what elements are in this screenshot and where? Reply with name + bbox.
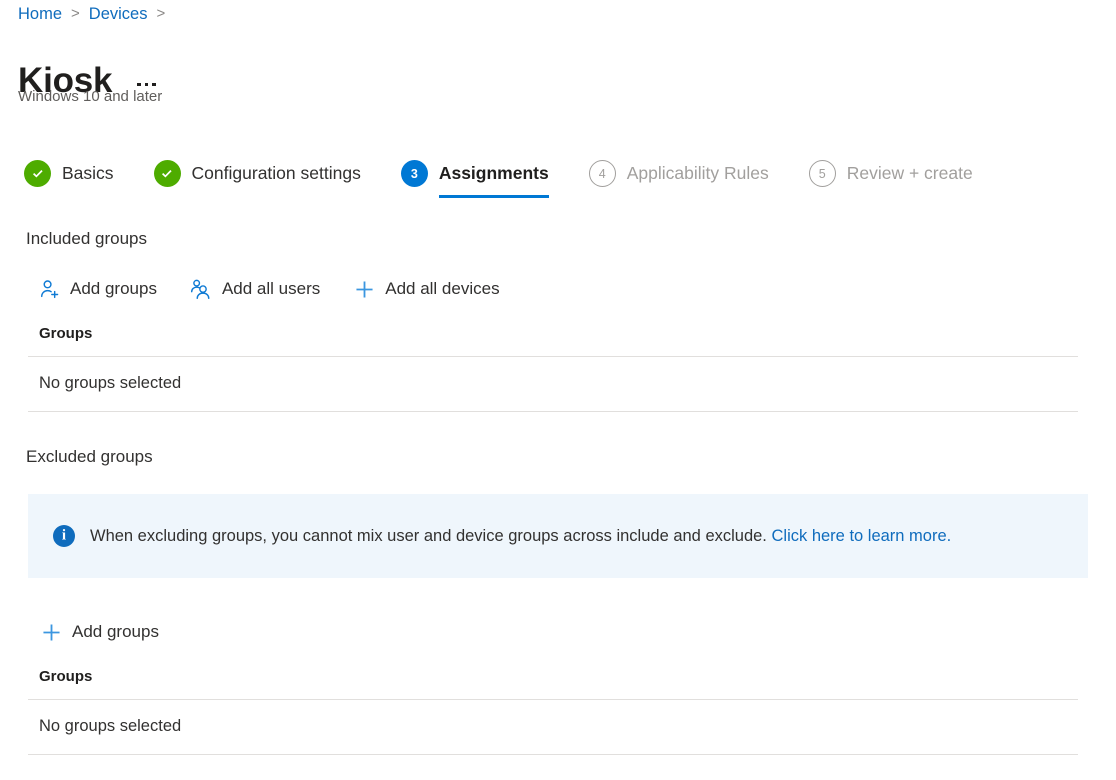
chevron-right-icon: > xyxy=(71,6,80,21)
dot xyxy=(145,83,149,87)
wizard-step-applicability-rules[interactable]: 4 Applicability Rules xyxy=(589,160,769,198)
wizard-step-label: Applicability Rules xyxy=(627,163,769,184)
add-all-users-label: Add all users xyxy=(222,279,320,299)
wizard-step-label: Configuration settings xyxy=(192,163,361,184)
info-icon: i xyxy=(53,525,75,547)
plus-icon xyxy=(38,619,64,645)
excluded-groups-heading: Excluded groups xyxy=(26,447,153,467)
included-groups-heading: Included groups xyxy=(26,229,147,249)
wizard-step-configuration-settings[interactable]: Configuration settings xyxy=(154,160,361,198)
dot xyxy=(152,83,156,87)
learn-more-link[interactable]: Click here to learn more. xyxy=(772,527,952,545)
add-all-devices-button[interactable]: Add all devices xyxy=(349,273,501,305)
chevron-right-icon: > xyxy=(156,6,165,21)
breadcrumb-item-home[interactable]: Home xyxy=(18,5,62,24)
step-number-badge: 3 xyxy=(401,160,428,187)
add-groups-button-excluded[interactable]: Add groups xyxy=(36,616,161,648)
table-divider xyxy=(28,754,1078,755)
step-number-badge: 4 xyxy=(589,160,616,187)
plus-icon xyxy=(351,276,377,302)
excluded-groups-table: Groups No groups selected xyxy=(28,668,1078,755)
wizard-step-review-create[interactable]: 5 Review + create xyxy=(809,160,973,198)
page-subtitle: Windows 10 and later xyxy=(18,88,162,105)
included-groups-command-bar: Add groups Add all users Add all devices xyxy=(34,273,502,305)
add-all-users-button[interactable]: Add all users xyxy=(186,273,322,305)
info-glyph: i xyxy=(62,528,66,543)
breadcrumb-item-devices[interactable]: Devices xyxy=(89,5,148,24)
excluded-groups-command-bar: Add groups xyxy=(36,616,161,648)
wizard-steps: Basics Configuration settings 3 Assignme… xyxy=(24,160,1013,198)
add-groups-label-excluded: Add groups xyxy=(72,622,159,642)
add-all-devices-label: Add all devices xyxy=(385,279,499,299)
info-banner-text: When excluding groups, you cannot mix us… xyxy=(90,527,951,546)
included-groups-table: Groups No groups selected xyxy=(28,325,1078,412)
add-groups-label: Add groups xyxy=(70,279,157,299)
table-divider xyxy=(28,411,1078,412)
add-groups-button[interactable]: Add groups xyxy=(34,273,159,305)
breadcrumb: Home > Devices > xyxy=(18,2,174,26)
table-row: No groups selected xyxy=(28,700,1078,754)
add-person-icon xyxy=(36,276,62,302)
wizard-step-assignments[interactable]: 3 Assignments xyxy=(401,160,549,198)
page-header: Kiosk xyxy=(18,36,158,127)
wizard-step-label: Review + create xyxy=(847,163,973,184)
info-banner: i When excluding groups, you cannot mix … xyxy=(28,494,1088,578)
table-row: No groups selected xyxy=(28,357,1078,411)
dot xyxy=(137,83,141,87)
column-header-groups: Groups xyxy=(28,668,1078,699)
info-banner-message: When excluding groups, you cannot mix us… xyxy=(90,527,767,545)
column-header-groups: Groups xyxy=(28,325,1078,356)
wizard-step-label: Assignments xyxy=(439,163,549,184)
check-circle-icon xyxy=(24,160,51,187)
people-icon xyxy=(188,276,214,302)
wizard-step-basics[interactable]: Basics xyxy=(24,160,114,198)
wizard-step-label: Basics xyxy=(62,163,114,184)
check-circle-icon xyxy=(154,160,181,187)
step-number-badge: 5 xyxy=(809,160,836,187)
